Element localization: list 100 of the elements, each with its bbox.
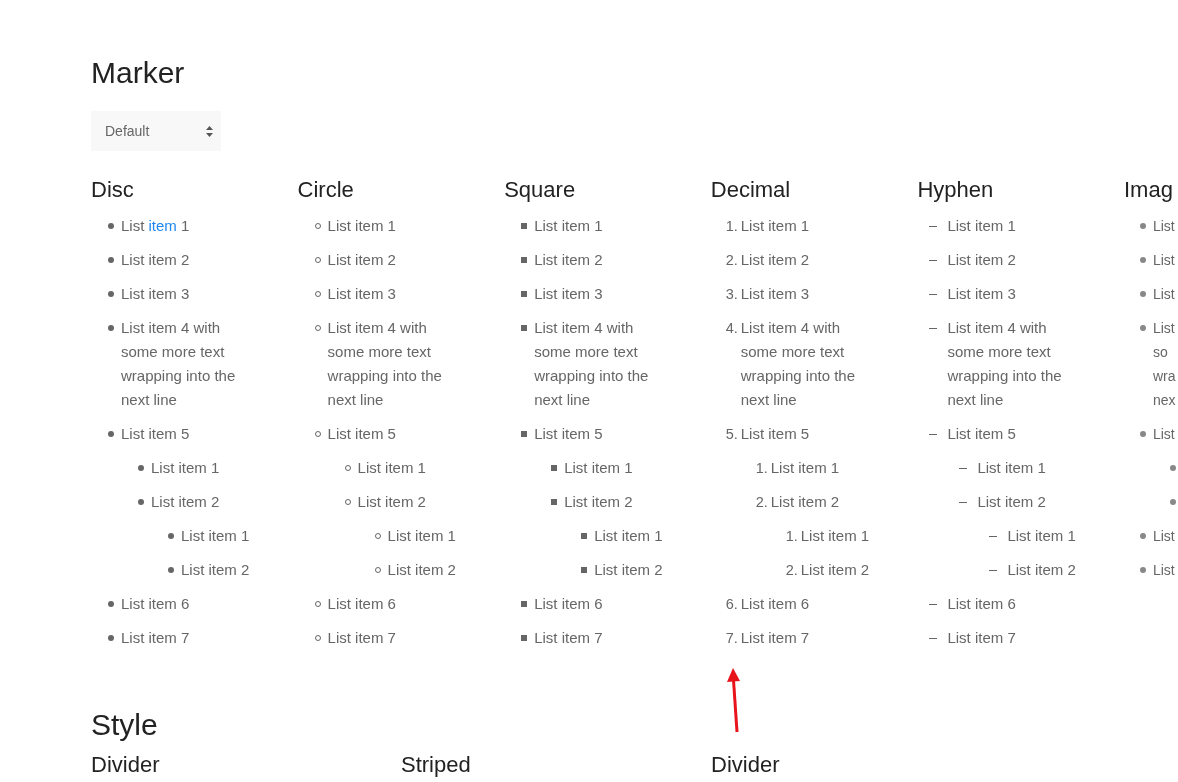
list-item-text: List item 6 (740, 594, 810, 614)
list-item-text: List item 4 with some more text wrapping into the next line (121, 318, 237, 410)
section-heading: Marker (91, 55, 185, 91)
bullet-icon (108, 291, 114, 297)
list-item-text: List item 1 (594, 526, 663, 546)
list-item-text: List item 2 (770, 492, 840, 512)
list-item-text: List item 3 (947, 284, 1016, 304)
list-number: 7. (725, 629, 738, 648)
marker-select[interactable]: Default (91, 111, 221, 151)
list-item-text: List item 1 (181, 526, 250, 546)
column-heading: Decimal (710, 176, 791, 204)
list-item-text: List item 4 with some more text wrapping into the next line (327, 318, 443, 410)
column-heading: Square (504, 176, 576, 204)
section-heading: Style (91, 707, 158, 743)
list-number: 1. (725, 217, 738, 236)
list-item-text: List item 3 (121, 284, 190, 304)
list-item-text: List item 2 (977, 492, 1046, 512)
list-item-text: List (1152, 425, 1175, 444)
list-item-text: List item 1 (534, 216, 603, 236)
list-item-text: List item 4 with some more text wrapping into the next line (534, 318, 650, 410)
column-heading: Hyphen (917, 176, 994, 204)
list-number: 2. (755, 493, 768, 512)
bullet-icon (1139, 257, 1146, 263)
bullet-icon (1139, 431, 1146, 437)
subsection-heading: Divider (711, 751, 780, 779)
list-item-text: List item 3 (327, 284, 396, 304)
list-item-text: List item 2 (594, 560, 663, 580)
list-item-text: List item 7 (327, 628, 396, 648)
list-number: 5. (725, 425, 738, 444)
list-item-text: List item 2 (534, 250, 603, 270)
list-item-text: List item 1 (947, 216, 1016, 236)
bullet-icon (521, 601, 528, 607)
list-item-text: List item 1 (151, 458, 220, 478)
list-item-text: List item 2 (181, 560, 250, 580)
list-item-text: List item 4 with some more text wrapping into the next line (740, 318, 857, 410)
bullet-icon (1139, 223, 1146, 229)
list-item-text: List item 2 (121, 250, 190, 270)
item-link[interactable]: item (148, 217, 177, 234)
bullet-icon (1139, 325, 1146, 331)
list-number: 3. (725, 285, 738, 304)
list-item-text: List (1152, 251, 1175, 270)
list-number: 2. (725, 251, 738, 270)
bullet-icon (521, 431, 528, 437)
column-heading: Imag (1123, 176, 1173, 204)
bullet-icon (521, 257, 528, 263)
bullet-icon (521, 291, 528, 297)
list-item-text: List item 5 (534, 424, 603, 444)
list-item-text: List item 1 (740, 216, 810, 236)
list-item-text: List item 1 (800, 526, 870, 546)
list-item-text: List item 6 (327, 594, 396, 614)
bullet-icon (581, 533, 588, 539)
list-item-text: List item 2 (327, 250, 396, 270)
list-number: 6. (725, 595, 738, 614)
bullet-icon (551, 465, 558, 471)
bullet-icon (108, 223, 114, 229)
bullet-icon (108, 431, 114, 437)
list-item-text: List item 2 (740, 250, 810, 270)
bullet-icon (138, 499, 144, 505)
list-item-text: List item 1 (977, 458, 1046, 478)
list-item-text: List item 5 (327, 424, 396, 444)
bullet-icon (1169, 499, 1176, 505)
list-number: 4. (725, 319, 738, 338)
bullet-icon (168, 567, 174, 573)
list-item-text: List item 5 (947, 424, 1016, 444)
sort-icon (206, 125, 213, 137)
subsection-heading: Divider (91, 751, 160, 779)
list-item-text: List item 2 (357, 492, 426, 512)
list-item-text: List item 1 (387, 526, 456, 546)
bullet-icon (1139, 567, 1146, 573)
list-item-text: List (1152, 285, 1175, 304)
list-item-text: List item 5 (740, 424, 810, 444)
list-item-text: List item 2 (800, 560, 870, 580)
list-item-text: List item 1 (770, 458, 840, 478)
list-item-text: List item 3 (534, 284, 603, 304)
list-item-text: List item 1 (1007, 526, 1076, 546)
list-item-text: List item 2 (564, 492, 633, 512)
list-item-text: List item 6 (534, 594, 603, 614)
list-item-text: List item 3 (740, 284, 810, 304)
list-item-text: List (1152, 561, 1175, 580)
list-item-text: List item 7 (121, 628, 190, 648)
list-item-text: List so wra nex (1152, 319, 1177, 410)
list-item-text: List item 2 (1007, 560, 1076, 580)
bullet-icon (168, 533, 174, 539)
bullet-icon (108, 325, 114, 331)
bullet-icon (581, 567, 588, 573)
list-item-text: List item 7 (947, 628, 1016, 648)
list-item-text: List item 2 (947, 250, 1016, 270)
bullet-icon (521, 325, 528, 331)
list-item-text: List item 4 with some more text wrapping into the next line (947, 318, 1063, 410)
list-item-text: List item 7 (534, 628, 603, 648)
list-item-text: List (1152, 217, 1175, 236)
list-item-text: List item 6 (121, 594, 190, 614)
list-item-text: List item 1 (327, 216, 396, 236)
bullet-icon (551, 499, 558, 505)
list-item-text: List item 2 (151, 492, 220, 512)
bullet-icon (1139, 533, 1146, 539)
bullet-icon (521, 223, 528, 229)
list-item-text: List item 2 (387, 560, 456, 580)
list-item-text: List item 5 (121, 424, 190, 444)
bullet-icon (108, 601, 114, 607)
